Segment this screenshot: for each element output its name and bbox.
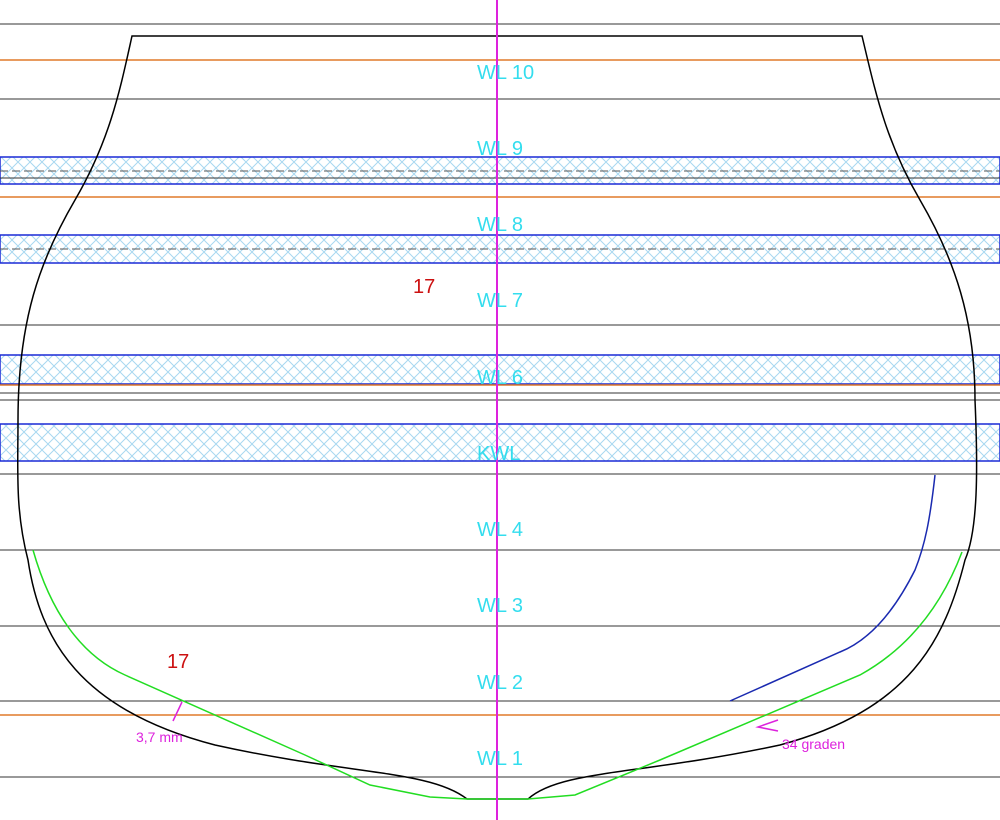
- thickness-label: 3,7 mm: [136, 729, 183, 745]
- label-kwl: KWL: [477, 443, 520, 465]
- background: [0, 0, 1000, 820]
- hull-section-drawing: WL 10 WL 9 WL 8 WL 7 WL 6 KWL WL 4 WL 3 …: [0, 0, 1000, 820]
- label-wl3: WL 3: [477, 595, 523, 617]
- label-wl10: WL 10: [477, 62, 534, 84]
- upper-number-label: 17: [413, 276, 435, 298]
- angle-label: 34 graden: [782, 736, 845, 752]
- label-wl8: WL 8: [477, 214, 523, 236]
- lower-number-label: 17: [167, 651, 189, 673]
- label-wl4: WL 4: [477, 519, 523, 541]
- label-wl9: WL 9: [477, 138, 523, 160]
- label-wl7: WL 7: [477, 290, 523, 312]
- label-wl6: WL 6: [477, 367, 523, 389]
- label-wl1: WL 1: [477, 748, 523, 770]
- label-wl2: WL 2: [477, 672, 523, 694]
